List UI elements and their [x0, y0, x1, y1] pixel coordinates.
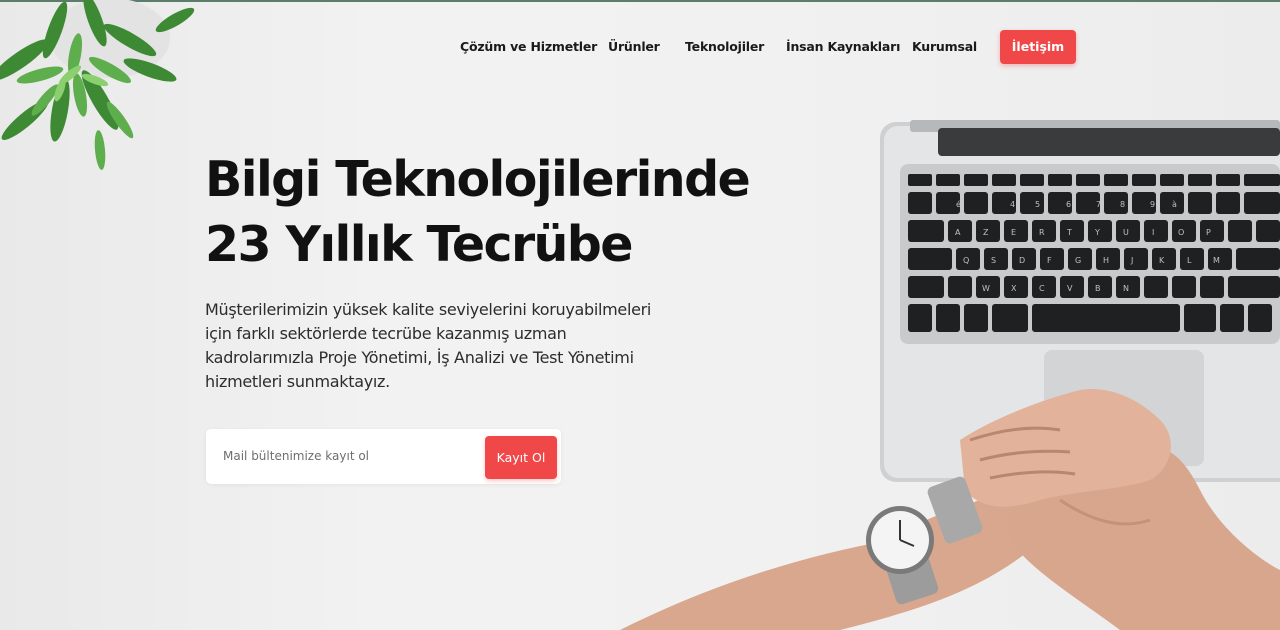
svg-text:G: G: [1075, 256, 1081, 265]
svg-text:N: N: [1123, 284, 1129, 293]
svg-text:R: R: [1039, 228, 1045, 237]
newsletter-email-input[interactable]: [216, 439, 490, 473]
svg-text:T: T: [1066, 228, 1072, 237]
svg-text:I: I: [1152, 228, 1154, 237]
svg-text:4: 4: [1010, 200, 1015, 209]
nav-item-solutions-services[interactable]: Çözüm ve Hizmetler: [460, 39, 597, 54]
svg-text:B: B: [1095, 284, 1101, 293]
svg-text:A: A: [955, 228, 961, 237]
svg-text:J: J: [1130, 256, 1133, 265]
hero-description-line: kadrolarımızla Proje Yönetimi, İş Analiz…: [205, 348, 634, 367]
newsletter-form: Kayıt Ol: [206, 429, 561, 484]
svg-text:E: E: [1011, 228, 1016, 237]
nav-item-human-resources[interactable]: İnsan Kaynakları: [786, 39, 900, 54]
svg-text:V: V: [1067, 284, 1073, 293]
hero-description-line: hizmetleri sunmaktayız.: [205, 372, 390, 391]
svg-text:H: H: [1103, 256, 1109, 265]
svg-text:Q: Q: [963, 256, 969, 265]
svg-text:é: é: [956, 199, 961, 209]
svg-text:à: à: [1172, 200, 1177, 209]
svg-text:W: W: [982, 284, 990, 293]
hero-title-line: Bilgi Teknolojilerinde: [205, 151, 751, 208]
contact-button[interactable]: İletişim: [1000, 30, 1076, 64]
hero-title-line: 23 Yıllık Tecrübe: [205, 216, 634, 273]
svg-text:L: L: [1187, 256, 1192, 265]
svg-text:U: U: [1123, 228, 1129, 237]
svg-text:Z: Z: [983, 228, 989, 237]
svg-text:9: 9: [1150, 200, 1155, 209]
svg-text:8: 8: [1120, 200, 1125, 209]
svg-text:M: M: [1213, 256, 1220, 265]
svg-text:Y: Y: [1094, 228, 1100, 237]
hero-description-line: için farklı sektörlerde tecrübe kazanmış…: [205, 324, 567, 343]
svg-text:6: 6: [1066, 200, 1071, 209]
plant-image: [0, 0, 195, 170]
nav-item-technologies[interactable]: Teknolojiler: [685, 39, 764, 54]
svg-text:5: 5: [1035, 200, 1040, 209]
hero-description: Müşterilerimizin yüksek kalite seviyeler…: [205, 298, 675, 394]
svg-text:C: C: [1039, 284, 1045, 293]
svg-text:7: 7: [1096, 200, 1101, 209]
nav-item-products[interactable]: Ürünler: [608, 39, 660, 54]
svg-text:O: O: [1178, 228, 1184, 237]
hero-description-line: Müşterilerimizin yüksek kalite seviyeler…: [205, 300, 652, 319]
svg-text:F: F: [1047, 256, 1052, 265]
svg-text:S: S: [991, 256, 996, 265]
svg-text:X: X: [1011, 284, 1017, 293]
svg-text:P: P: [1206, 228, 1211, 237]
svg-text:D: D: [1019, 256, 1025, 265]
hands-image: [620, 389, 1280, 630]
main-navigation: Çözüm ve Hizmetler Ürünler Teknolojiler …: [0, 30, 1280, 64]
nav-item-corporate[interactable]: Kurumsal: [912, 39, 977, 54]
hero-title: Bilgi Teknolojilerinde 23 Yıllık Tecrübe: [205, 147, 751, 277]
svg-text:K: K: [1159, 256, 1165, 265]
subscribe-button[interactable]: Kayıt Ol: [485, 436, 557, 479]
